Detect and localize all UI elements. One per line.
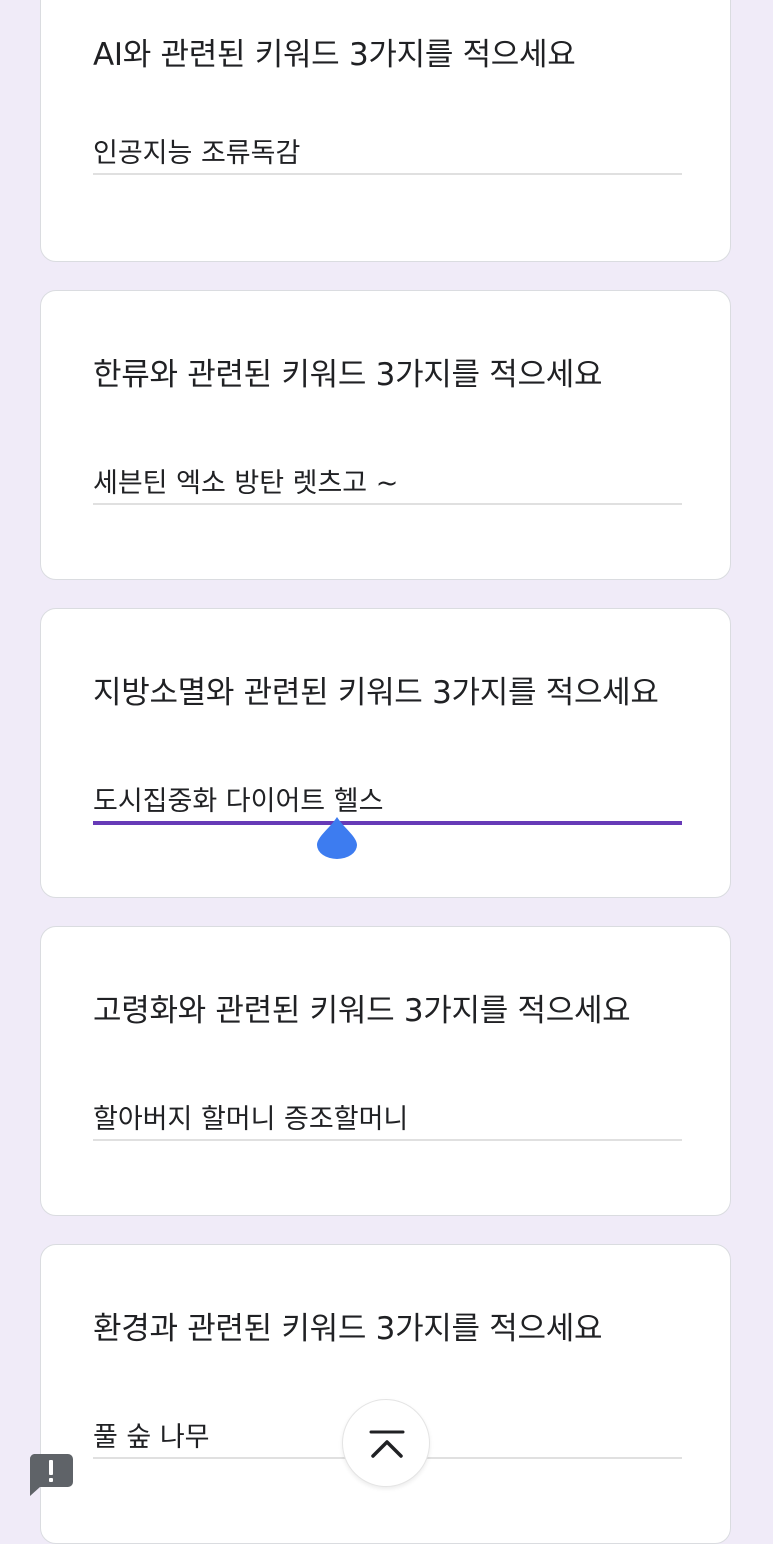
answer-input-regional-decline[interactable]: 도시집중화 다이어트 헬스 [93, 777, 682, 859]
question-card-hallyu: 한류와 관련된 키워드 3가지를 적으세요 세븐틴 엑소 방탄 렛츠고 ~ [40, 290, 731, 580]
question-card-aging: 고령화와 관련된 키워드 3가지를 적으세요 할아버지 할머니 증조할머니 [40, 926, 731, 1216]
question-title: 지방소멸와 관련된 키워드 3가지를 적으세요 [93, 675, 659, 711]
answer-text: 풀 숲 나무 [93, 1422, 210, 1453]
question-card-ai: AI와 관련된 키워드 3가지를 적으세요 인공지능 조류독감 [40, 0, 731, 262]
chevron-up-icon [369, 1430, 405, 1458]
answer-text: 세븐틴 엑소 방탄 렛츠고 ~ [93, 468, 399, 499]
question-title: 고령화와 관련된 키워드 3가지를 적으세요 [93, 993, 631, 1029]
question-card-regional-decline: 지방소멸와 관련된 키워드 3가지를 적으세요 도시집중화 다이어트 헬스 [40, 608, 731, 898]
answer-input-aging[interactable]: 할아버지 할머니 증조할머니 [93, 1095, 682, 1141]
answer-text: 인공지능 조류독감 [93, 138, 301, 169]
scroll-to-top-button[interactable] [342, 1399, 430, 1487]
text-cursor-handle-icon[interactable] [315, 815, 359, 859]
answer-input-ai[interactable]: 인공지능 조류독감 [93, 129, 682, 175]
report-issue-icon[interactable] [28, 1452, 74, 1498]
answer-text: 도시집중화 다이어트 헬스 [93, 786, 384, 817]
question-title: 한류와 관련된 키워드 3가지를 적으세요 [93, 357, 603, 393]
question-title: 환경과 관련된 키워드 3가지를 적으세요 [93, 1311, 603, 1347]
answer-input-hallyu[interactable]: 세븐틴 엑소 방탄 렛츠고 ~ [93, 459, 682, 505]
question-title: AI와 관련된 키워드 3가지를 적으세요 [93, 37, 576, 73]
answer-text: 할아버지 할머니 증조할머니 [93, 1104, 409, 1135]
question-card-environment: 환경과 관련된 키워드 3가지를 적으세요 풀 숲 나무 [40, 1244, 731, 1544]
